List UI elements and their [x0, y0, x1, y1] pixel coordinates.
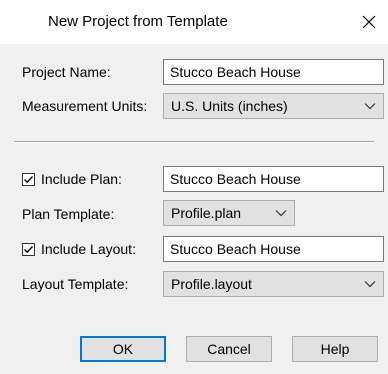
plan-template-select[interactable]: Profile.plan	[163, 200, 295, 226]
checkmark-icon	[24, 175, 33, 183]
title-bar: New Project from Template	[0, 0, 388, 44]
plan-template-label: Plan Template:	[22, 206, 115, 222]
plan-template-value: Profile.plan	[171, 205, 242, 221]
measurement-units-select[interactable]: U.S. Units (inches)	[163, 93, 384, 119]
include-plan-checkbox-box[interactable]	[22, 172, 35, 186]
close-button[interactable]	[354, 6, 384, 38]
checkmark-icon	[24, 245, 33, 253]
close-icon	[362, 15, 376, 29]
chevron-down-icon	[275, 210, 287, 217]
chevron-down-icon	[364, 281, 376, 288]
layout-template-value: Profile.layout	[171, 276, 252, 292]
include-plan-checkbox[interactable]: Include Plan:	[22, 171, 122, 187]
layout-name-input[interactable]: Stucco Beach House	[163, 236, 384, 262]
new-project-dialog: New Project from Template Project Name: …	[0, 0, 388, 374]
cancel-button[interactable]: Cancel	[186, 336, 272, 362]
layout-template-select[interactable]: Profile.layout	[163, 271, 384, 297]
measurement-units-value: U.S. Units (inches)	[171, 98, 288, 114]
section-divider	[14, 141, 374, 143]
include-layout-checkbox-box[interactable]	[22, 242, 35, 256]
layout-template-label: Layout Template:	[22, 276, 129, 292]
include-plan-label: Include Plan:	[41, 171, 122, 187]
help-button[interactable]: Help	[292, 336, 378, 362]
measurement-units-label: Measurement Units:	[22, 98, 148, 114]
project-name-input[interactable]: Stucco Beach House	[163, 59, 384, 85]
ok-button[interactable]: OK	[80, 336, 166, 362]
window-title: New Project from Template	[48, 13, 228, 30]
chevron-down-icon	[364, 103, 376, 110]
include-layout-label: Include Layout:	[41, 241, 136, 257]
include-layout-checkbox[interactable]: Include Layout:	[22, 241, 136, 257]
plan-name-input[interactable]: Stucco Beach House	[163, 166, 384, 192]
project-name-label: Project Name:	[22, 64, 111, 80]
